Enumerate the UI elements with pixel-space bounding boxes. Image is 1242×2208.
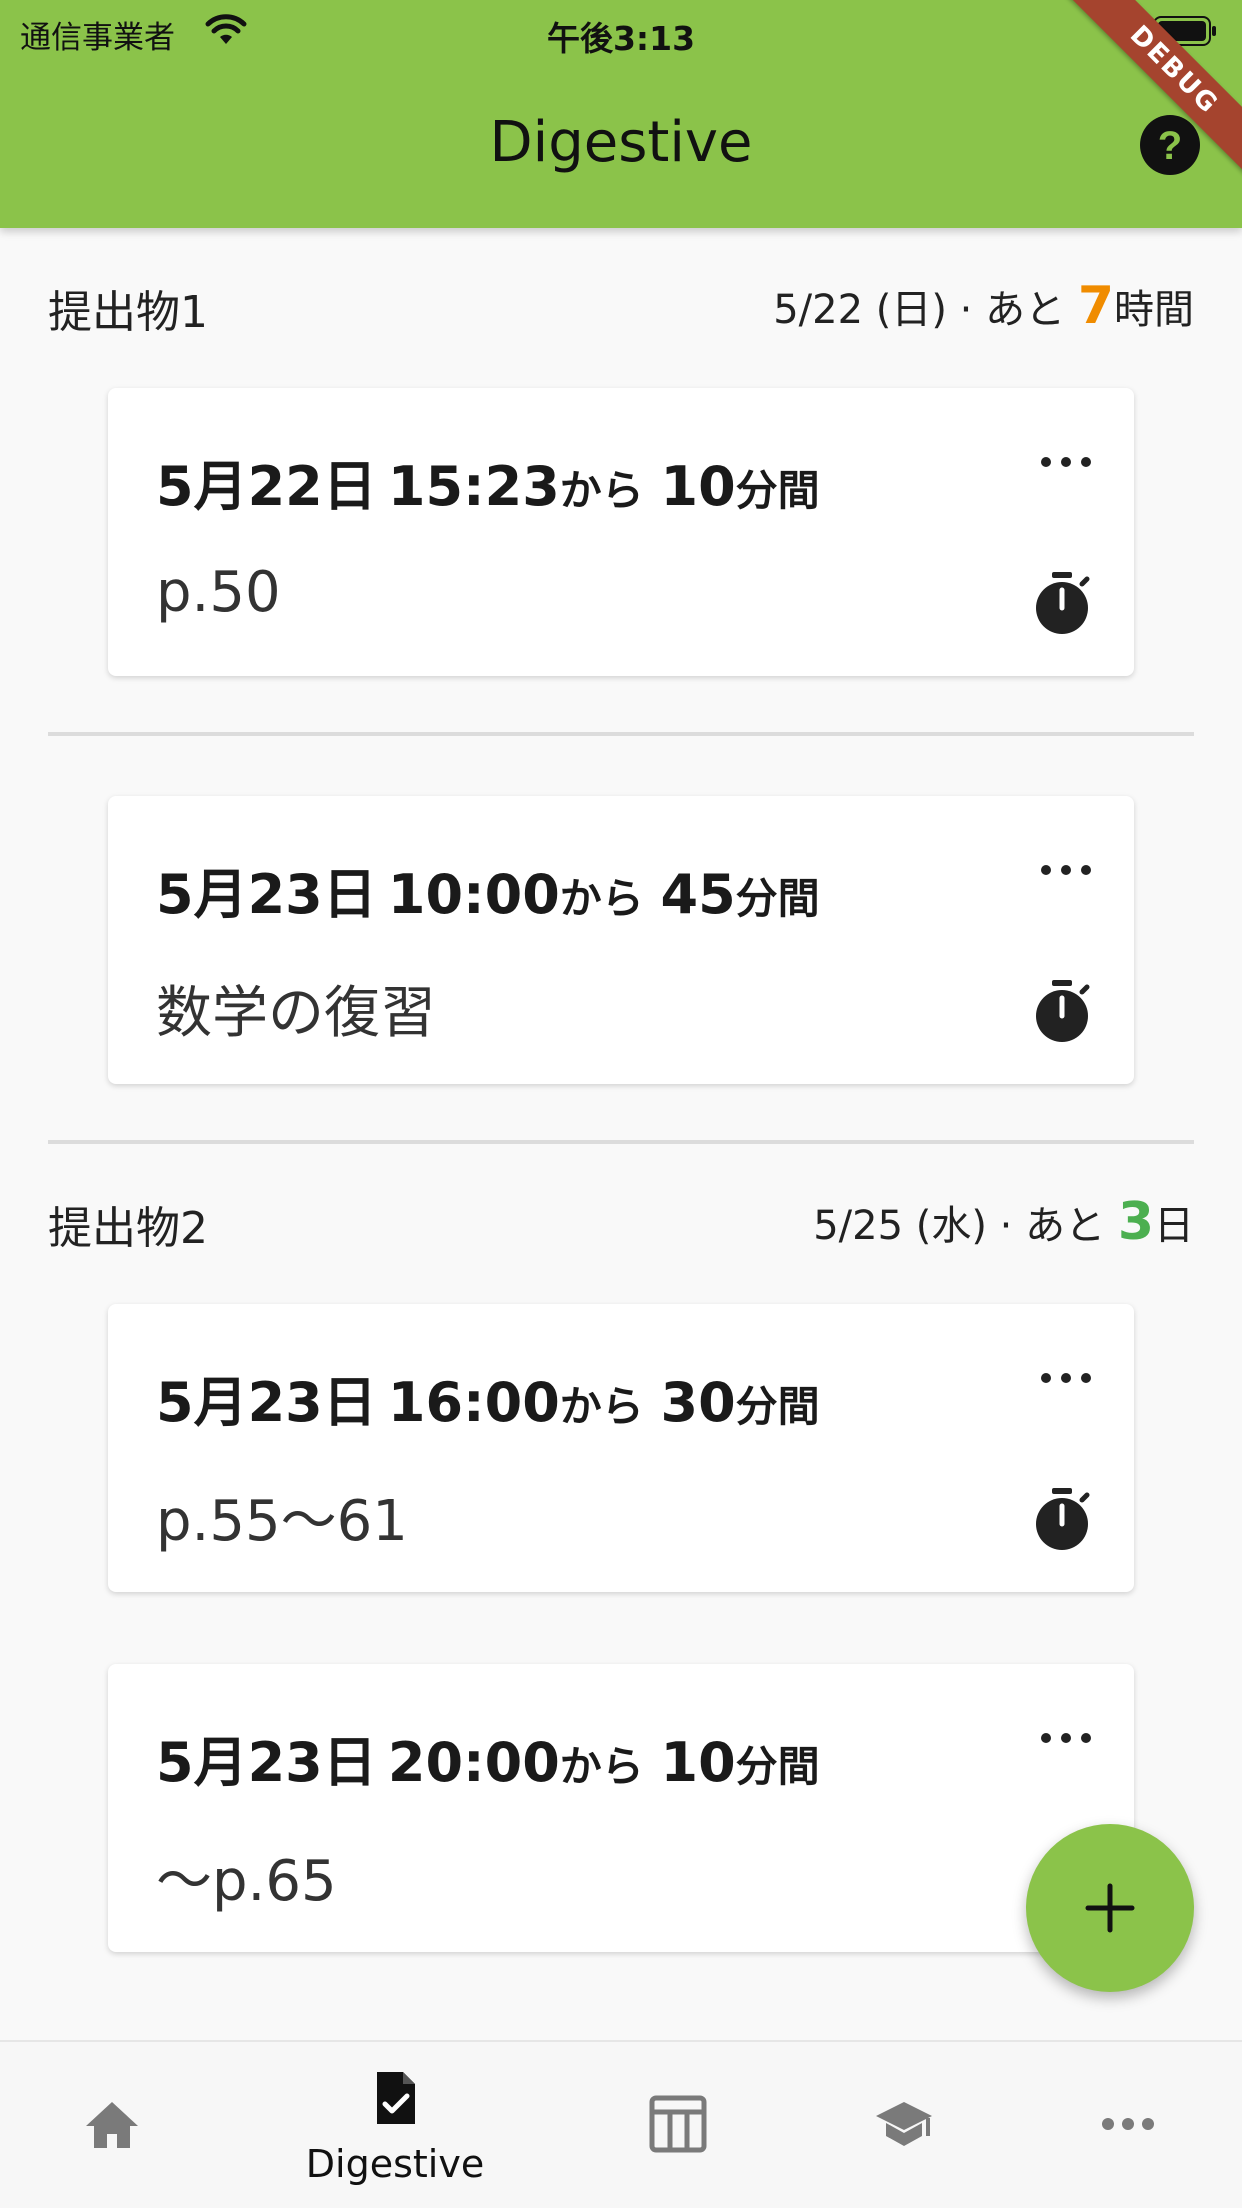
session-date: 5月22日 bbox=[156, 455, 377, 518]
study-session-card[interactable]: 5月22日 15:23から 10分間 p.50 bbox=[108, 388, 1134, 676]
duration-unit: 分間 bbox=[735, 466, 820, 515]
nav-item-more[interactable] bbox=[1028, 2042, 1228, 2208]
nav-item-school[interactable] bbox=[804, 2042, 1004, 2208]
page-title: Digestive bbox=[489, 110, 753, 175]
remaining-unit: 日 bbox=[1154, 1203, 1194, 1249]
session-task: p.50 bbox=[156, 560, 281, 625]
session-date: 5月23日 bbox=[156, 1371, 377, 1434]
session-date: 5月23日 bbox=[156, 863, 377, 926]
start-suffix: から bbox=[559, 1742, 644, 1791]
section-divider bbox=[48, 1140, 1194, 1144]
home-icon bbox=[86, 2102, 138, 2148]
session-start-time: 16:00 bbox=[387, 1371, 560, 1434]
nav-item-timetable[interactable] bbox=[578, 2042, 778, 2208]
session-duration: 45 bbox=[660, 863, 736, 926]
timer-icon[interactable] bbox=[1032, 570, 1092, 636]
add-button[interactable] bbox=[1026, 1824, 1194, 1992]
nav-label: Digestive bbox=[305, 2142, 485, 2186]
session-duration: 30 bbox=[660, 1371, 736, 1434]
study-session-card[interactable]: 5月23日 16:00から 30分間 p.55〜61 bbox=[108, 1304, 1134, 1592]
nav-item-digestive[interactable]: Digestive bbox=[295, 2042, 495, 2208]
session-schedule: 5月22日 15:23から 10分間 bbox=[156, 442, 820, 521]
duration-unit: 分間 bbox=[735, 874, 820, 923]
due-date: 5/25 (水) · あと bbox=[813, 1203, 1106, 1249]
section-due: 5/22 (日) · あと 7時間 bbox=[773, 276, 1194, 336]
more-horiz-icon bbox=[1102, 2118, 1154, 2130]
section-header: 提出物1 5/22 (日) · あと 7時間 bbox=[48, 276, 1194, 338]
nav-item-home[interactable] bbox=[12, 2042, 212, 2208]
school-icon bbox=[876, 2102, 932, 2146]
app-bar: 通信事業者 午後3:13 Digestive ? DEBUG bbox=[0, 0, 1242, 228]
more-options-icon[interactable] bbox=[1038, 1728, 1094, 1748]
more-options-icon[interactable] bbox=[1038, 1368, 1094, 1388]
duration-unit: 分間 bbox=[735, 1742, 820, 1791]
section-header: 提出物2 5/25 (水) · あと 3日 bbox=[48, 1192, 1194, 1254]
more-options-icon[interactable] bbox=[1038, 860, 1094, 880]
session-start-time: 20:00 bbox=[387, 1731, 560, 1794]
session-duration: 10 bbox=[660, 455, 736, 518]
timer-icon[interactable] bbox=[1032, 1486, 1092, 1552]
session-start-time: 15:23 bbox=[387, 455, 560, 518]
session-date: 5月23日 bbox=[156, 1731, 377, 1794]
help-icon[interactable]: ? bbox=[1139, 114, 1201, 176]
status-time: 午後3:13 bbox=[546, 19, 696, 58]
start-suffix: から bbox=[559, 874, 644, 923]
svg-text:?: ? bbox=[1158, 124, 1182, 168]
section-title: 提出物2 bbox=[48, 1203, 208, 1254]
session-schedule: 5月23日 10:00から 45分間 bbox=[156, 850, 820, 929]
session-task: 〜p.65 bbox=[156, 1849, 337, 1914]
remaining-value: 3 bbox=[1117, 1192, 1154, 1252]
session-task: p.55〜61 bbox=[156, 1489, 408, 1554]
remaining-unit: 時間 bbox=[1114, 287, 1194, 333]
more-options-icon[interactable] bbox=[1038, 452, 1094, 472]
study-session-card[interactable]: 5月23日 10:00から 45分間 数学の復習 bbox=[108, 796, 1134, 1084]
plus-icon bbox=[1085, 1883, 1135, 1933]
session-task: 数学の復習 bbox=[156, 981, 436, 1046]
session-schedule: 5月23日 16:00から 30分間 bbox=[156, 1358, 820, 1437]
timer-icon[interactable] bbox=[1032, 978, 1092, 1044]
start-suffix: から bbox=[559, 1382, 644, 1431]
section-due: 5/25 (水) · あと 3日 bbox=[813, 1192, 1194, 1252]
due-date: 5/22 (日) · あと bbox=[773, 287, 1066, 333]
session-start-time: 10:00 bbox=[387, 863, 560, 926]
session-duration: 10 bbox=[660, 1731, 736, 1794]
session-schedule: 5月23日 20:00から 10分間 bbox=[156, 1718, 820, 1797]
section-title: 提出物1 bbox=[48, 287, 208, 338]
assignment-check-icon bbox=[377, 2072, 415, 2124]
duration-unit: 分間 bbox=[735, 1382, 820, 1431]
remaining-value: 7 bbox=[1077, 276, 1114, 336]
bottom-navigation: Digestive bbox=[0, 2040, 1242, 2208]
section-divider bbox=[48, 732, 1194, 736]
timetable-icon bbox=[649, 2095, 707, 2153]
study-session-card[interactable]: 5月23日 20:00から 10分間 〜p.65 bbox=[108, 1664, 1134, 1952]
start-suffix: から bbox=[559, 466, 644, 515]
